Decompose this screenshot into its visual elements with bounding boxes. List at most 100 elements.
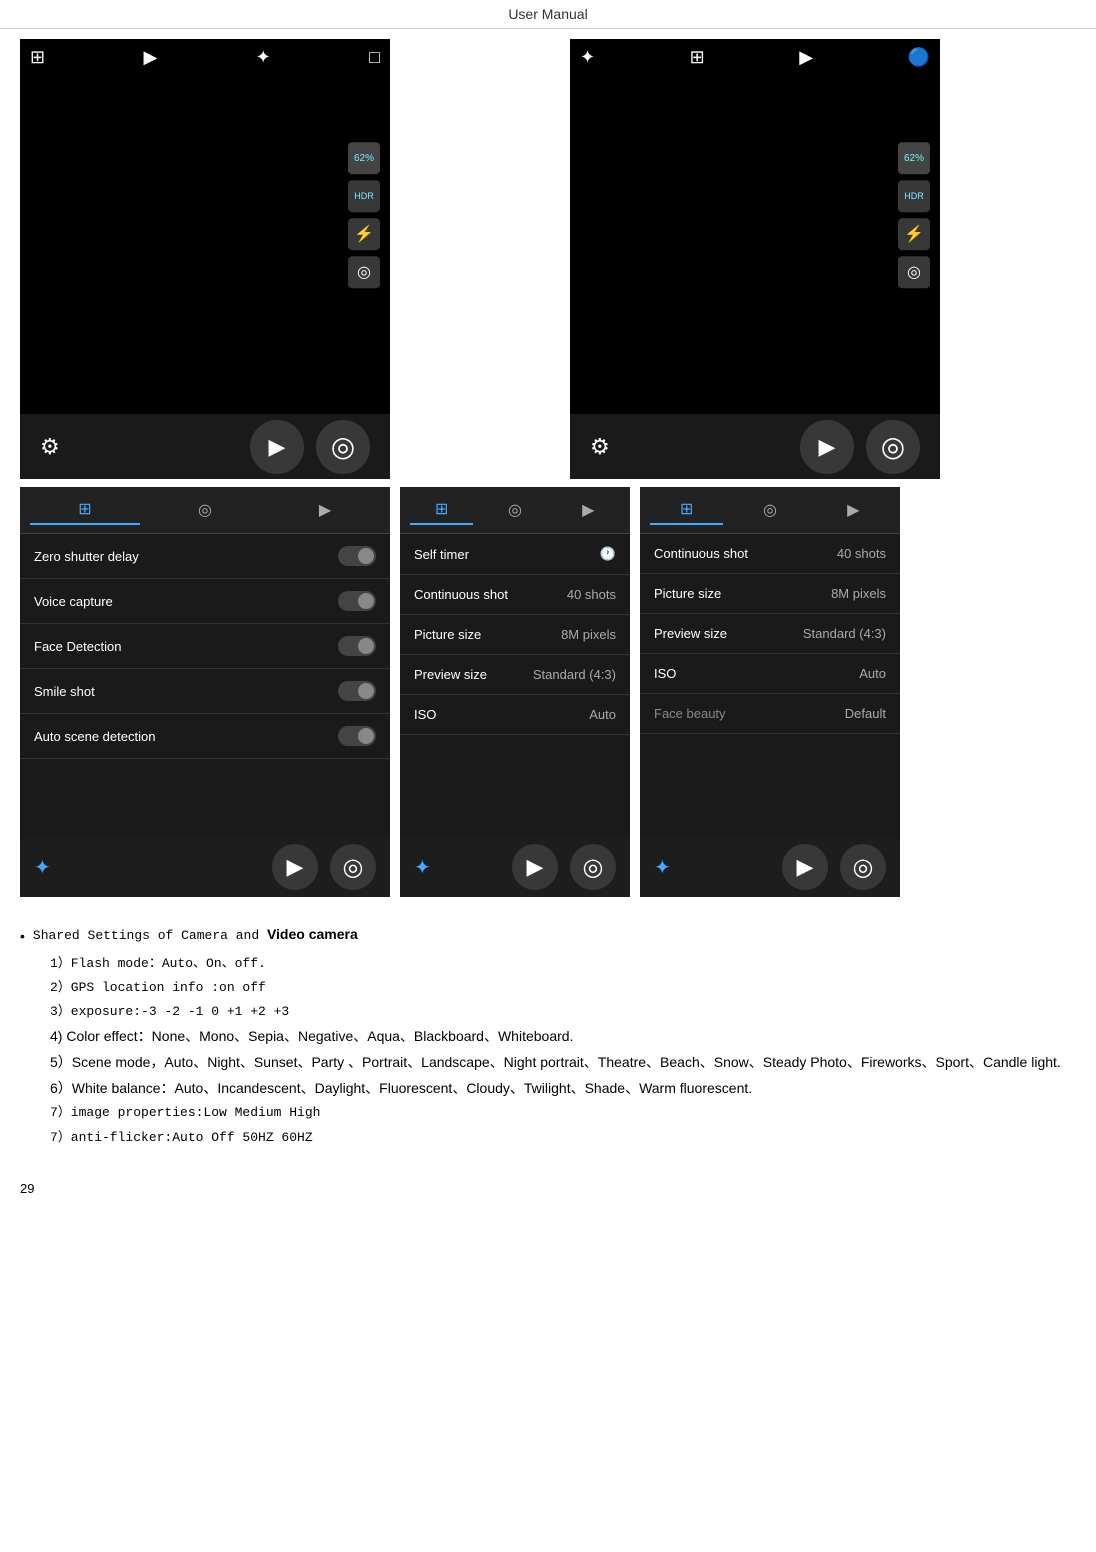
cam-top-icons-right: ✦ ⊞ ▶ 🔵 <box>570 39 940 76</box>
cam-battery-left: 62% <box>348 142 380 174</box>
text-item-7b: 7）anti-flicker:Auto Off 50HZ 60HZ <box>20 1127 1076 1149</box>
text-item-2: 2）GPS location info :on off <box>20 977 1076 999</box>
bullet-text: Shared Settings of Camera and Video came… <box>33 923 1076 947</box>
settings-gear-mid[interactable]: ✦ <box>414 855 431 880</box>
page-header: User Manual <box>0 0 1096 29</box>
cam-bottom-bar-left: ⚙ ▶ ◎ <box>20 414 390 479</box>
video-icon-right: ▶ <box>819 434 836 460</box>
cam-icon-star-r: ✦ <box>580 47 595 68</box>
cam-icon-grid: ⊞ <box>30 47 45 68</box>
text-item-6-text: White balance：Auto、Incandescent、Daylight… <box>72 1080 752 1096</box>
settings-item-auto-scene: Auto scene detection <box>20 714 390 759</box>
settings-panel-left: ⊞ ◎ ▶ Zero shutter delay Voice capture F… <box>20 487 390 897</box>
cam-video-btn-left[interactable]: ▶ <box>250 420 304 474</box>
preview-size-value-mid: Standard (4:3) <box>533 667 616 682</box>
settings-capture-btn-right[interactable]: ◎ <box>840 844 886 890</box>
continuous-shot-label-right: Continuous shot <box>654 546 748 561</box>
cam-btn-group-left: ▶ ◎ <box>250 420 370 474</box>
iso-value-right: Auto <box>859 666 886 681</box>
settings-item-continuous-shot-mid: Continuous shot 40 shots <box>400 575 630 615</box>
settings-item-voice-capture: Voice capture <box>20 579 390 624</box>
text-item-1: 1）Flash mode：Auto、On、off. <box>20 953 1076 975</box>
cam-gear-right[interactable]: ⚙ <box>590 434 610 460</box>
settings-tab-adjust-right[interactable]: ⊞ <box>650 495 723 525</box>
cam-icon-img-r: ▶ <box>799 47 813 68</box>
cam-hdr-right: HDR <box>898 180 930 212</box>
capture-icon-left: ◎ <box>331 430 355 463</box>
cam-icon-blue-r: 🔵 <box>908 47 930 68</box>
cam-flash-left: ⚡ <box>348 218 380 250</box>
settings-gear-right[interactable]: ✦ <box>654 855 671 880</box>
picture-size-label-mid: Picture size <box>414 627 481 642</box>
smile-shot-label: Smile shot <box>34 684 95 699</box>
cam-bottom-bar-right: ⚙ ▶ ◎ <box>570 414 940 479</box>
camera-panels-row: ⊞ ▶ ✦ □ 62% HDR ⚡ ◎ ⚙ ▶ <box>20 39 1076 479</box>
settings-capture-btn-left[interactable]: ◎ <box>330 844 376 890</box>
settings-tab-video-right[interactable]: ▶ <box>817 496 890 524</box>
continuous-shot-value-right: 40 shots <box>837 546 886 561</box>
settings-tab-camera-right[interactable]: ◎ <box>733 496 806 524</box>
settings-tab-adjust-mid[interactable]: ⊞ <box>410 495 473 525</box>
face-detection-toggle[interactable] <box>338 636 376 656</box>
cam-btn-group-right: ▶ ◎ <box>800 420 920 474</box>
camera-panel-right: ✦ ⊞ ▶ 🔵 62% HDR ⚡ ◎ ⚙ ▶ <box>570 39 940 479</box>
settings-tab-video-mid[interactable]: ▶ <box>557 496 620 524</box>
cam-video-btn-right[interactable]: ▶ <box>800 420 854 474</box>
settings-item-iso-right: ISO Auto <box>640 654 900 694</box>
cam-gear-left[interactable]: ⚙ <box>40 434 60 460</box>
settings-video-btn-left[interactable]: ▶ <box>272 844 318 890</box>
settings-tab-camera-left[interactable]: ◎ <box>150 496 260 524</box>
cam-icon-star: ✦ <box>256 47 271 68</box>
iso-label-right: ISO <box>654 666 676 681</box>
cam-top-icons-left: ⊞ ▶ ✦ □ <box>20 39 390 76</box>
cam-capture-btn-right[interactable]: ◎ <box>866 420 920 474</box>
settings-gear-left[interactable]: ✦ <box>34 855 51 880</box>
settings-tab-camera-mid[interactable]: ◎ <box>483 496 546 524</box>
camera-panel-left: ⊞ ▶ ✦ □ 62% HDR ⚡ ◎ ⚙ ▶ <box>20 39 390 479</box>
settings-list-left: Zero shutter delay Voice capture Face De… <box>20 534 390 759</box>
settings-item-picture-size-mid: Picture size 8M pixels <box>400 615 630 655</box>
settings-bottom-bar-left: ✦ ▶ ◎ <box>20 837 390 897</box>
text-item-4-num: 4) <box>50 1028 66 1044</box>
text-item-5-num: 5） <box>50 1054 72 1070</box>
picture-size-label-right: Picture size <box>654 586 721 601</box>
cam-hdr-left: HDR <box>348 180 380 212</box>
zero-shutter-toggle[interactable] <box>338 546 376 566</box>
settings-tabs-mid: ⊞ ◎ ▶ <box>400 487 630 534</box>
continuous-shot-value-mid: 40 shots <box>567 587 616 602</box>
picture-size-value-right: 8M pixels <box>831 586 886 601</box>
settings-item-continuous-shot-right: Continuous shot 40 shots <box>640 534 900 574</box>
settings-item-picture-size-right: Picture size 8M pixels <box>640 574 900 614</box>
voice-capture-toggle[interactable] <box>338 591 376 611</box>
smile-shot-toggle[interactable] <box>338 681 376 701</box>
settings-tabs-right: ⊞ ◎ ▶ <box>640 487 900 534</box>
cam-icon-square: □ <box>369 47 380 68</box>
settings-btn-group-right: ▶ ◎ <box>782 844 886 890</box>
bullet-label: Shared Settings of Camera and <box>33 928 267 943</box>
settings-capture-btn-mid[interactable]: ◎ <box>570 844 616 890</box>
settings-list-mid: Self timer 🕐 Continuous shot 40 shots Pi… <box>400 534 630 735</box>
settings-item-iso-mid: ISO Auto <box>400 695 630 735</box>
cam-capture-btn-left[interactable]: ◎ <box>316 420 370 474</box>
text-item-5-text: Scene mode，Auto、Night、Sunset、Party 、Port… <box>72 1054 1061 1070</box>
cam-shoot-left: ◎ <box>348 256 380 288</box>
settings-tab-adjust-left[interactable]: ⊞ <box>30 495 140 525</box>
settings-tab-video-left[interactable]: ▶ <box>270 496 380 524</box>
text-item-5: 5）Scene mode，Auto、Night、Sunset、Party 、Po… <box>20 1051 1076 1075</box>
settings-item-smile-shot: Smile shot <box>20 669 390 714</box>
settings-bottom-bar-right: ✦ ▶ ◎ <box>640 837 900 897</box>
settings-item-zero-shutter: Zero shutter delay <box>20 534 390 579</box>
settings-list-right: Continuous shot 40 shots Picture size 8M… <box>640 534 900 734</box>
auto-scene-toggle[interactable] <box>338 726 376 746</box>
iso-value-mid: Auto <box>589 707 616 722</box>
settings-video-btn-right[interactable]: ▶ <box>782 844 828 890</box>
settings-video-btn-mid[interactable]: ▶ <box>512 844 558 890</box>
settings-btn-group-left: ▶ ◎ <box>272 844 376 890</box>
voice-capture-label: Voice capture <box>34 594 113 609</box>
bullet-bold: Video camera <box>267 926 358 942</box>
settings-tabs-left: ⊞ ◎ ▶ <box>20 487 390 534</box>
picture-size-value-mid: 8M pixels <box>561 627 616 642</box>
bullet-main: • Shared Settings of Camera and Video ca… <box>20 923 1076 949</box>
settings-panel-mid: ⊞ ◎ ▶ Self timer 🕐 Continuous shot 40 sh… <box>400 487 630 897</box>
settings-panel-right: ⊞ ◎ ▶ Continuous shot 40 shots Picture s… <box>640 487 900 897</box>
